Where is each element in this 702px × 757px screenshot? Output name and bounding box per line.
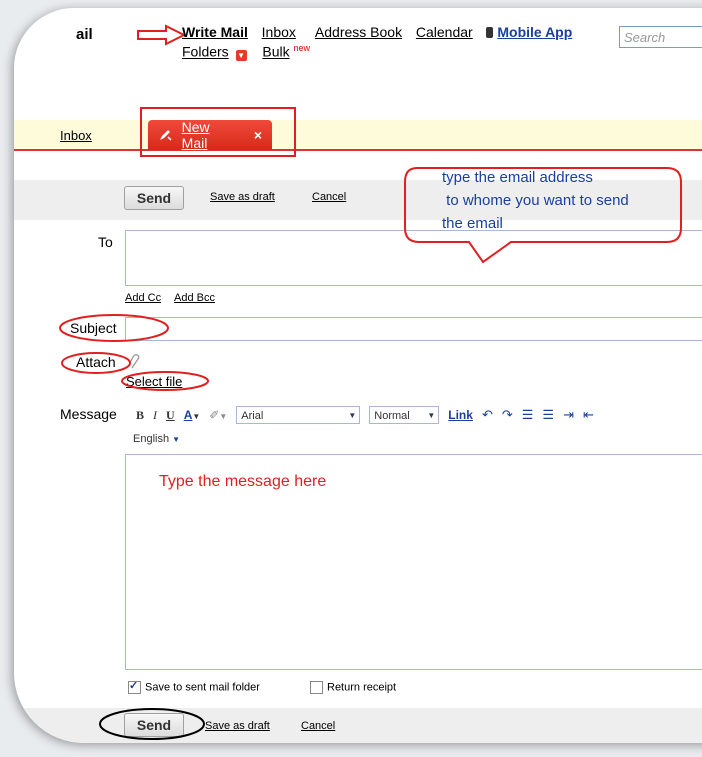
select-file-circle-annotation-icon <box>121 371 209 391</box>
callout-line-1: type the email address <box>442 169 593 186</box>
underline-button[interactable]: U <box>166 408 175 423</box>
callout-text: type the email address to whome you want… <box>442 166 629 235</box>
language-value: English <box>133 433 170 445</box>
message-hint-annotation: Type the message here <box>159 473 327 490</box>
font-select-value: Arial <box>241 410 264 422</box>
return-receipt-label: Return receipt <box>327 681 397 694</box>
add-bcc-link[interactable]: Add Bcc <box>174 292 215 304</box>
message-label: Message <box>60 406 117 422</box>
size-select[interactable]: Normal ▼ <box>369 406 440 424</box>
top-nav: Write Mail Inbox Address Book Calendar M… <box>182 24 572 40</box>
nav-inbox[interactable]: Inbox <box>262 24 296 40</box>
save-draft-link-top[interactable]: Save as draft <box>210 191 275 203</box>
save-sent-label: Save to sent mail folder <box>145 681 260 694</box>
search-input[interactable]: Search <box>619 26 702 48</box>
return-receipt-option[interactable]: Return receipt <box>310 681 396 694</box>
subject-field[interactable] <box>125 317 702 341</box>
italic-button[interactable]: I <box>153 408 157 423</box>
to-label: To <box>98 234 113 250</box>
callout-line-2: to whome you want to send <box>442 192 629 209</box>
chevron-down-icon: ▼ <box>427 411 436 420</box>
outdent-icon[interactable]: ⇤ <box>583 407 594 423</box>
subject-circle-annotation-icon <box>59 314 169 342</box>
return-receipt-checkbox[interactable] <box>310 681 323 694</box>
nav-write-mail[interactable]: Write Mail <box>182 24 248 40</box>
indent-icon[interactable]: ⇥ <box>563 407 574 423</box>
font-select[interactable]: Arial ▼ <box>236 406 361 424</box>
bullet-list-icon[interactable]: ☰ <box>522 407 534 423</box>
chevron-down-icon: ▼ <box>172 435 181 444</box>
nav-calendar[interactable]: Calendar <box>416 24 473 40</box>
bold-button[interactable]: B <box>136 408 144 423</box>
tab-divider <box>14 149 702 151</box>
top-nav-row2: Folders ▼ Bulk new <box>182 43 310 61</box>
save-draft-link-bottom[interactable]: Save as draft <box>205 720 270 732</box>
cancel-link-top[interactable]: Cancel <box>312 191 346 203</box>
mobile-phone-icon <box>486 27 494 38</box>
undo-icon[interactable]: ↶ <box>482 407 493 423</box>
new-badge: new <box>293 43 310 53</box>
highlight-color-icon[interactable]: ✐▼ <box>209 408 227 422</box>
font-color-dropdown-icon: ▼ <box>192 412 201 421</box>
nav-mobile-app[interactable]: Mobile App <box>497 24 572 40</box>
cancel-link-bottom[interactable]: Cancel <box>301 720 335 732</box>
tab-inbox[interactable]: Inbox <box>60 128 92 143</box>
tab-bar <box>14 120 702 150</box>
redo-icon[interactable]: ↷ <box>502 407 513 423</box>
language-select[interactable]: English ▼ <box>133 433 180 445</box>
nav-bulk[interactable]: Bulk <box>262 44 289 60</box>
insert-link-button[interactable]: Link <box>448 408 473 422</box>
nav-folders[interactable]: Folders <box>182 44 229 60</box>
send-button-top[interactable]: Send <box>124 186 184 210</box>
highlight-box <box>140 107 296 157</box>
numbered-list-icon[interactable]: ☰ <box>542 407 554 423</box>
add-cc-link[interactable]: Add Cc <box>125 292 161 304</box>
size-select-value: Normal <box>374 410 410 422</box>
save-sent-option[interactable]: Save to sent mail folder <box>128 679 260 694</box>
nav-address-book[interactable]: Address Book <box>315 24 402 40</box>
save-sent-checkbox[interactable] <box>128 679 141 694</box>
font-color-button[interactable]: A▼ <box>184 408 201 422</box>
app-logo: ail <box>76 26 93 43</box>
chevron-down-icon: ▼ <box>348 411 357 420</box>
arrow-annotation-icon <box>137 24 187 46</box>
editor-toolbar: B I U A▼ ✐▼ Arial ▼ Normal ▼ Link ↶ ↷ ☰ ☰ … <box>136 406 594 424</box>
mail-window: ail Write Mail Inbox Address Book Calend… <box>14 8 702 743</box>
callout-line-3: the email <box>442 215 503 232</box>
send-circle-annotation-icon <box>99 708 205 740</box>
folders-dropdown-icon[interactable]: ▼ <box>235 49 247 61</box>
